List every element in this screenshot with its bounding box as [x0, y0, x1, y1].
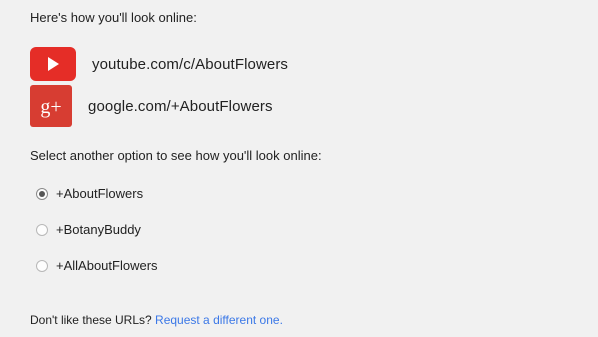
option-label: +AboutFlowers	[56, 186, 144, 201]
option-botanybuddy[interactable]: +BotanyBuddy	[36, 222, 141, 237]
youtube-play-icon	[30, 47, 76, 81]
option-aboutflowers[interactable]: +AboutFlowers	[36, 186, 143, 201]
radio-button[interactable]	[36, 223, 48, 236]
footer-text: Don't like these URLs? Request a differe…	[30, 313, 283, 327]
intro-text: Here's how you'll look online:	[30, 10, 197, 25]
select-option-label: Select another option to see how you'll …	[30, 148, 322, 163]
request-different-url-link[interactable]: Request a different one.	[155, 313, 283, 327]
vanity-url-panel: Here's how you'll look online: youtube.c…	[0, 0, 598, 337]
google-plus-glyph: g+	[40, 96, 61, 118]
google-plus-url-text: google.com/+AboutFlowers	[88, 97, 273, 115]
google-plus-url-row: g+ google.com/+AboutFlowers	[30, 85, 273, 127]
google-plus-icon: g+	[30, 85, 72, 127]
youtube-url-row: youtube.com/c/AboutFlowers	[30, 44, 288, 84]
option-label: +BotanyBuddy	[56, 222, 141, 237]
footer-question: Don't like these URLs?	[30, 313, 152, 327]
radio-button[interactable]	[36, 259, 48, 272]
option-allaboutflowers[interactable]: +AllAboutFlowers	[36, 258, 158, 273]
option-label: +AllAboutFlowers	[56, 258, 158, 273]
youtube-url-text: youtube.com/c/AboutFlowers	[92, 55, 289, 73]
radio-button-selected[interactable]	[36, 187, 48, 200]
